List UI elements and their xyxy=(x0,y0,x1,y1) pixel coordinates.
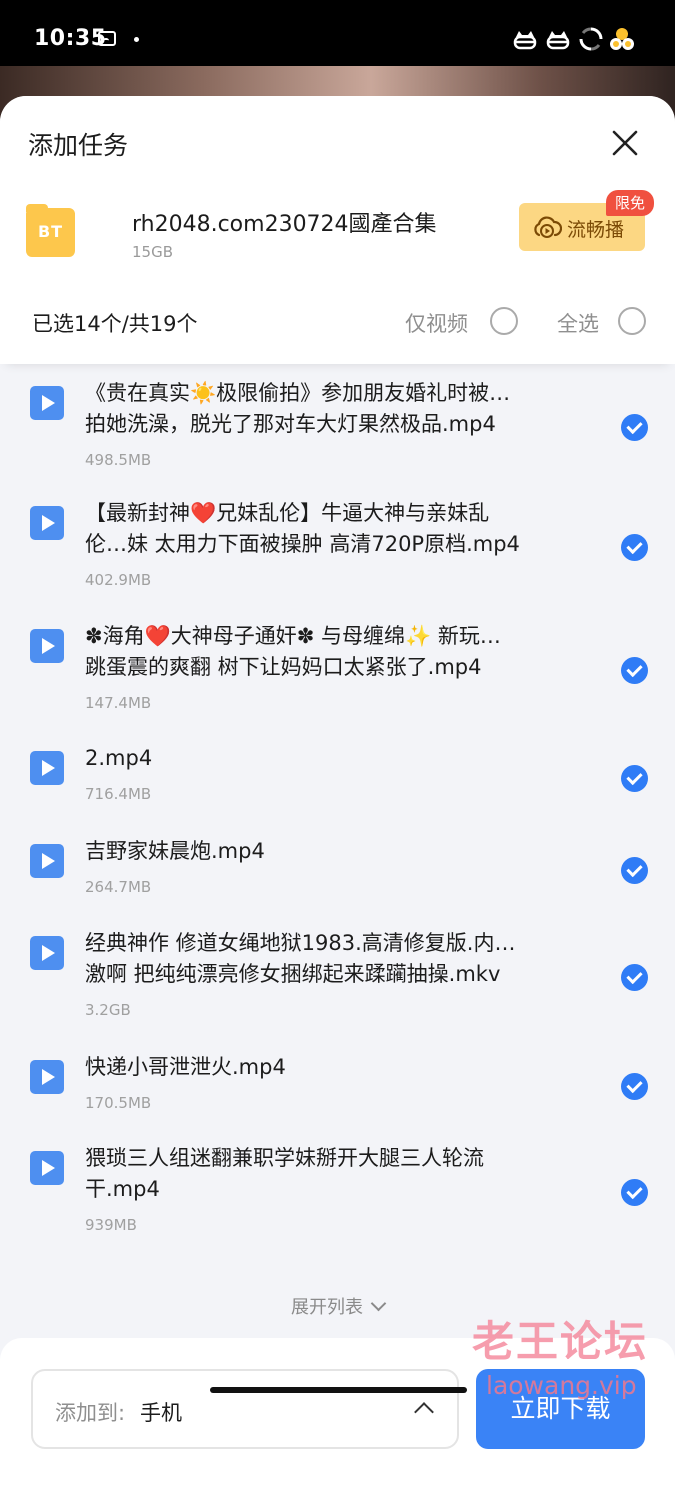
status-bar: 10:35 xyxy=(0,0,675,70)
checked-icon[interactable] xyxy=(621,1179,648,1206)
file-size: 498.5MB xyxy=(85,451,152,469)
file-size: 939MB xyxy=(85,1216,137,1234)
checked-icon[interactable] xyxy=(621,1073,648,1100)
cloud-play-icon xyxy=(534,216,562,238)
file-name: 【最新封神❤️兄妹乱伦】牛逼大神与亲妹乱 伦…妹 太用力下面被操肿 高清720P… xyxy=(85,501,520,556)
destination-selector[interactable]: 添加到: 手机 xyxy=(31,1369,459,1449)
video-file-icon xyxy=(30,629,64,663)
checked-icon[interactable] xyxy=(621,857,648,884)
video-file-icon xyxy=(30,1060,64,1094)
watermark: 老王论坛 laowang.vip xyxy=(472,1308,672,1400)
selection-count: 已选14个/共19个 xyxy=(32,312,198,336)
file-name: 经典神作 修道女绳地狱1983.高清修复版.内… 激啊 把纯纯漂亮修女捆绑起来蹂… xyxy=(85,931,516,986)
app-notification-icon xyxy=(546,31,570,50)
checked-icon[interactable] xyxy=(621,534,648,561)
file-list: 《贵在真实☀️极限偷拍》参加朋友婚礼时被… 拍她洗澡，脱光了那对车大灯果然极品.… xyxy=(0,364,675,1271)
smooth-play-label: 流畅播 xyxy=(567,219,625,241)
checked-icon[interactable] xyxy=(621,765,648,792)
watermark-title: 老王论坛 xyxy=(472,1317,649,1366)
close-icon[interactable] xyxy=(608,126,642,160)
file-name: 《贵在真实☀️极限偷拍》参加朋友婚礼时被… 拍她洗澡，脱光了那对车大灯果然极品.… xyxy=(85,381,511,436)
file-size: 170.5MB xyxy=(85,1094,152,1112)
file-size: 3.2GB xyxy=(85,1001,131,1019)
chevron-up-icon xyxy=(414,1402,434,1422)
add-task-sheet: 添加任务 BT rh2048.com230724國產合集 15GB 流畅播 限免… xyxy=(0,96,675,1500)
file-name: 吉野家妹晨炮.mp4 xyxy=(85,839,265,863)
image-notification-icon xyxy=(98,31,116,46)
app-notification-icon xyxy=(513,31,537,50)
home-indicator[interactable] xyxy=(210,1387,467,1393)
torrent-name: rh2048.com230724國產合集 xyxy=(132,212,437,237)
file-size: 402.9MB xyxy=(85,571,152,589)
select-all-radio[interactable] xyxy=(618,307,646,335)
status-time: 10:35 xyxy=(34,26,107,51)
destination-value: 手机 xyxy=(140,1401,182,1425)
file-size: 147.4MB xyxy=(85,694,152,712)
chevron-down-icon xyxy=(370,1295,387,1312)
sheet-title: 添加任务 xyxy=(28,131,129,160)
bt-file-icon: BT xyxy=(26,204,75,257)
checked-icon[interactable] xyxy=(621,414,648,441)
free-limited-badge: 限免 xyxy=(606,190,655,216)
video-file-icon xyxy=(30,1151,64,1185)
file-name: ✽海角❤️大神母子通奸✽ 与母缠绵✨ 新玩… 跳蛋震的爽翻 树下让妈妈口太紧张了… xyxy=(85,624,501,679)
torrent-size: 15GB xyxy=(132,243,174,261)
expand-list-label: 展开列表 xyxy=(291,1297,363,1318)
sheet-header: 添加任务 BT rh2048.com230724國產合集 15GB 流畅播 限免… xyxy=(0,96,675,364)
checked-icon[interactable] xyxy=(621,657,648,684)
video-file-icon xyxy=(30,844,64,878)
video-file-icon xyxy=(30,506,64,540)
select-all-label[interactable]: 全选 xyxy=(557,308,599,338)
bt-icon-label: BT xyxy=(37,222,64,241)
video-file-icon xyxy=(30,936,64,970)
file-size: 264.7MB xyxy=(85,878,152,896)
file-name: 2.mp4 xyxy=(85,746,153,770)
video-file-icon xyxy=(30,386,64,420)
app-group-icon xyxy=(610,28,634,50)
file-name: 快递小哥泄泄火.mp4 xyxy=(85,1055,286,1079)
sync-icon xyxy=(579,27,603,51)
video-only-label[interactable]: 仅视频 xyxy=(405,308,468,338)
watermark-url: laowang.vip xyxy=(486,1371,637,1400)
checked-icon[interactable] xyxy=(621,964,648,991)
file-size: 716.4MB xyxy=(85,785,152,803)
destination-prefix: 添加到: xyxy=(55,1401,126,1425)
video-only-radio[interactable] xyxy=(490,307,518,335)
file-name: 猥琐三人组迷翻兼职学妹掰开大腿三人轮流 干.mp4 xyxy=(85,1146,484,1201)
video-file-icon xyxy=(30,751,64,785)
notification-dot-icon xyxy=(134,37,139,42)
